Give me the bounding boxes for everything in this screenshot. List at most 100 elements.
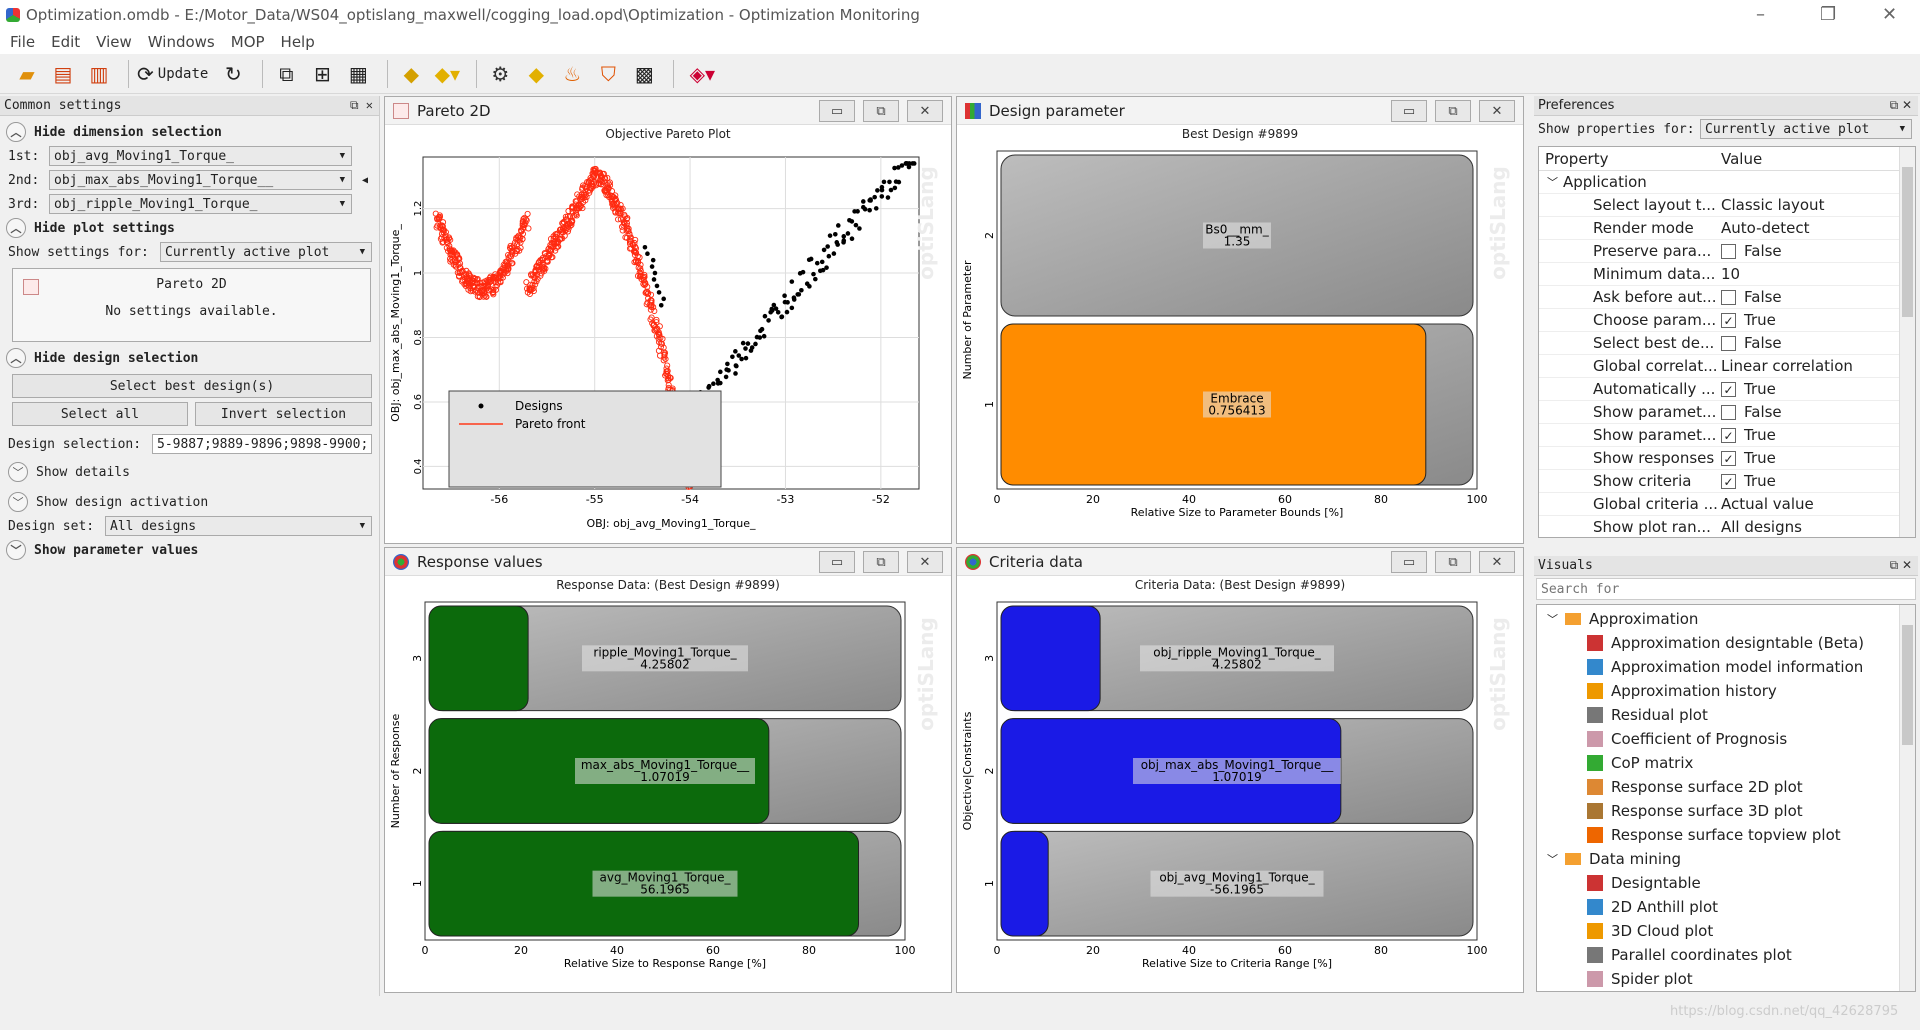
minimize-button[interactable]: ▭: [1391, 100, 1427, 122]
property-value[interactable]: False: [1717, 242, 1915, 260]
visuals-item[interactable]: Approximation history: [1537, 679, 1915, 703]
property-row[interactable]: Show paramet... False: [1539, 401, 1915, 424]
maximize-button[interactable]: ⧉: [863, 100, 899, 122]
property-row[interactable]: Ask before aut... False: [1539, 286, 1915, 309]
maximize-button[interactable]: ❐: [1820, 4, 1836, 25]
visuals-scrollbar[interactable]: [1899, 605, 1915, 991]
hide-dimension-toggle[interactable]: ︿ Hide dimension selection: [0, 120, 379, 144]
visuals-item[interactable]: 2D Anthill plot: [1537, 895, 1915, 919]
open-folder-icon[interactable]: ▰: [12, 59, 42, 89]
visuals-group[interactable]: ﹀ Data mining: [1537, 847, 1915, 871]
visuals-item[interactable]: Designtable: [1537, 871, 1915, 895]
property-value[interactable]: Linear correlation: [1717, 357, 1915, 375]
scrollbar-thumb[interactable]: [1902, 167, 1913, 317]
minimize-button[interactable]: ▭: [819, 551, 855, 573]
property-row[interactable]: Choose param... ✓ True: [1539, 309, 1915, 332]
checkbox[interactable]: ✓: [1721, 473, 1736, 489]
design-set-select[interactable]: All designs ▼: [105, 516, 372, 536]
property-value[interactable]: ✓ True: [1717, 449, 1915, 467]
flame-icon[interactable]: ♨: [557, 59, 587, 89]
checkbox[interactable]: [1721, 335, 1736, 351]
checkbox[interactable]: [1721, 243, 1736, 259]
visuals-item[interactable]: Approximation model information: [1537, 655, 1915, 679]
update-button[interactable]: ⟳ Update: [137, 62, 208, 86]
property-row[interactable]: Automatically ... ✓ True: [1539, 378, 1915, 401]
property-value[interactable]: False: [1717, 288, 1915, 306]
design-parameter-window[interactable]: Design parameter ▭ ⧉ ✕ Best Design #9899 B…: [956, 96, 1524, 544]
property-row[interactable]: Select layout t... Classic layout: [1539, 194, 1915, 217]
close-button[interactable]: ✕: [1479, 100, 1515, 122]
menu-help[interactable]: Help: [281, 33, 315, 51]
diamond-icon[interactable]: ◆: [521, 59, 551, 89]
minimize-button[interactable]: ▭: [819, 100, 855, 122]
visuals-item[interactable]: Parallel coordinates plot: [1537, 943, 1915, 967]
tile-windows-icon[interactable]: ⊞: [307, 59, 337, 89]
property-group-application[interactable]: ﹀ Application: [1539, 171, 1915, 194]
property-row[interactable]: Show criteria ✓ True: [1539, 470, 1915, 493]
property-row[interactable]: Global correlat... Linear correlation: [1539, 355, 1915, 378]
checkered-flag-icon[interactable]: ▩: [629, 59, 659, 89]
minimize-button[interactable]: –: [1756, 4, 1765, 25]
close-button[interactable]: ✕: [1479, 551, 1515, 573]
collapse-arrow-icon[interactable]: ◀: [362, 175, 368, 186]
maximize-button[interactable]: ⧉: [863, 551, 899, 573]
property-value[interactable]: ✓ True: [1717, 311, 1915, 329]
dim-1-select[interactable]: obj_avg_Moving1_Torque_ ▼: [49, 146, 352, 166]
visuals-search-input[interactable]: [1536, 578, 1916, 600]
checkbox[interactable]: ✓: [1721, 427, 1736, 443]
visuals-item[interactable]: Coefficient of Prognosis: [1537, 727, 1915, 751]
visuals-item[interactable]: Response surface 3D plot: [1537, 799, 1915, 823]
close-button[interactable]: ✕: [907, 551, 943, 573]
dock-float-close-icon[interactable]: ⧉ ✕: [1890, 98, 1912, 113]
visuals-item[interactable]: Spider plot: [1537, 967, 1915, 991]
gem-dropdown-icon[interactable]: ◆▾: [432, 59, 462, 89]
property-value[interactable]: False: [1717, 403, 1915, 421]
show-settings-select[interactable]: Currently active plot ▼: [160, 242, 372, 262]
dock-float-close-icon[interactable]: ⧉ ✕: [1890, 558, 1912, 573]
mop-dropdown-icon[interactable]: ◈▾: [682, 59, 722, 89]
design-selection-input[interactable]: 5-9887;9889-9896;9898-9900;: [152, 434, 372, 454]
prefs-show-select[interactable]: Currently active plot ▼: [1700, 119, 1912, 139]
menu-view[interactable]: View: [96, 33, 132, 51]
shield-icon[interactable]: ⛉: [593, 59, 623, 89]
property-row[interactable]: Global criteria ... Actual value: [1539, 493, 1915, 516]
dim-2-select[interactable]: obj_max_abs_Moving1_Torque__ ▼: [49, 170, 352, 190]
dock-float-close-icon[interactable]: ⧉ ✕: [350, 98, 373, 113]
hide-design-toggle[interactable]: ︿ Hide design selection: [0, 346, 379, 370]
show-activation-toggle[interactable]: ﹀ Show design activation: [0, 490, 379, 514]
property-row[interactable]: Show paramet... ✓ True: [1539, 424, 1915, 447]
visuals-item[interactable]: Response surface 2D plot: [1537, 775, 1915, 799]
show-details-toggle[interactable]: ﹀ Show details: [0, 460, 379, 484]
property-value[interactable]: 10: [1717, 265, 1915, 283]
close-button[interactable]: ✕: [907, 100, 943, 122]
checkbox[interactable]: [1721, 404, 1736, 420]
maximize-button[interactable]: ⧉: [1435, 100, 1471, 122]
property-row[interactable]: Show responses ✓ True: [1539, 447, 1915, 470]
save-icon[interactable]: ▤: [48, 59, 78, 89]
cascade-windows-icon[interactable]: ⧉: [271, 59, 301, 89]
select-all-button[interactable]: Select all: [12, 402, 188, 426]
checkbox[interactable]: ✓: [1721, 381, 1736, 397]
gear-icon[interactable]: ⚙: [485, 59, 515, 89]
property-value[interactable]: Auto-detect: [1717, 219, 1915, 237]
auto-update-icon[interactable]: ↻: [218, 59, 248, 89]
visuals-item[interactable]: Residual plot: [1537, 703, 1915, 727]
property-value[interactable]: All designs: [1717, 518, 1915, 536]
property-value[interactable]: False: [1717, 334, 1915, 352]
select-best-button[interactable]: Select best design(s): [12, 374, 372, 398]
property-row[interactable]: Select best de... False: [1539, 332, 1915, 355]
property-row[interactable]: Render mode Auto-detect: [1539, 217, 1915, 240]
visuals-group[interactable]: ﹀ Approximation: [1537, 607, 1915, 631]
property-value[interactable]: Classic layout: [1717, 196, 1915, 214]
pick-design-icon[interactable]: ◆: [396, 59, 426, 89]
response-values-window[interactable]: Response values ▭ ⧉ ✕ Response Data: (Best…: [384, 547, 952, 993]
hide-plot-toggle[interactable]: ︿ Hide plot settings: [0, 216, 379, 240]
criteria-data-window[interactable]: Criteria data ▭ ⧉ ✕ Criteria Data: (Best D…: [956, 547, 1524, 993]
dim-3-select[interactable]: obj_ripple_Moving1_Torque_ ▼: [49, 194, 352, 214]
checkbox[interactable]: [1721, 289, 1736, 305]
property-value[interactable]: Actual value: [1717, 495, 1915, 513]
show-parameter-toggle[interactable]: ﹀ Show parameter values: [0, 538, 379, 562]
layout-windows-icon[interactable]: ▦: [343, 59, 373, 89]
invert-selection-button[interactable]: Invert selection: [195, 402, 372, 426]
property-value[interactable]: ✓ True: [1717, 472, 1915, 490]
